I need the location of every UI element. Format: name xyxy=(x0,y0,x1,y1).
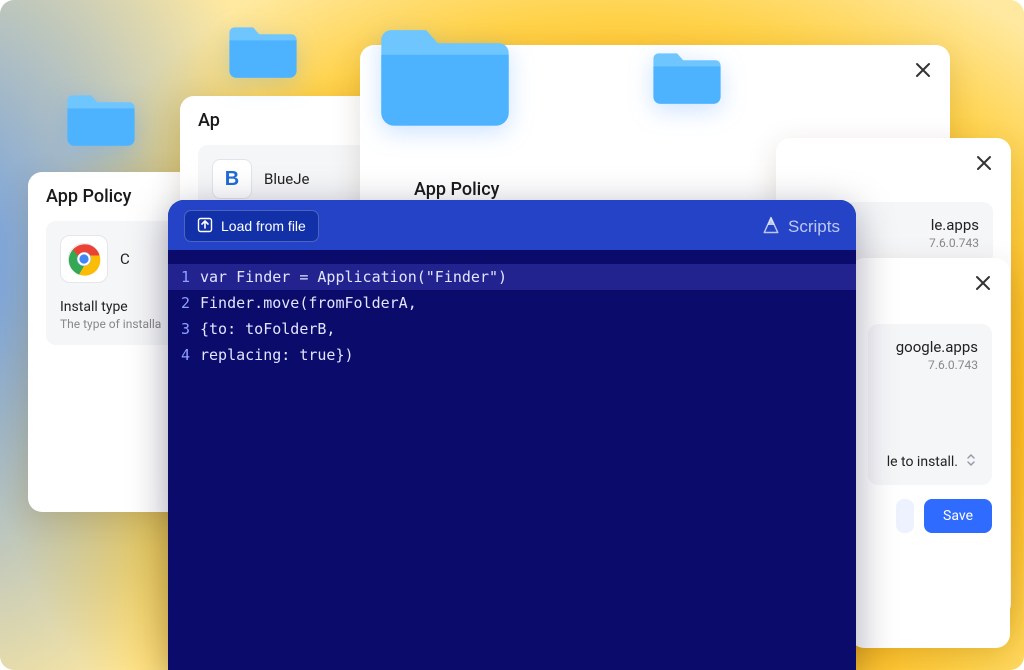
line-number: 2 xyxy=(168,290,200,316)
app-name-partial: google.apps xyxy=(896,338,978,356)
save-button[interactable]: Save xyxy=(924,499,992,533)
code-line-3: 3 {to: toFolderB, xyxy=(168,316,856,342)
code-line-1: 1 var Finder = Application("Finder") xyxy=(168,264,856,290)
scripts-brand-icon xyxy=(762,216,780,237)
chrome-icon xyxy=(60,235,108,283)
code-text: Finder.move(fromFolderA, xyxy=(200,290,417,316)
app-panel: google.apps 7.6.0.743 le to install. xyxy=(868,324,992,485)
scripts-brand-label: Scripts xyxy=(788,218,840,235)
code-line-2: 2 Finder.move(fromFolderA, xyxy=(168,290,856,316)
install-type-label: Install type xyxy=(60,299,184,315)
app-name-partial: le.apps xyxy=(931,216,979,234)
line-number: 3 xyxy=(168,316,200,342)
scripts-editor-window: Load from file Scripts 1 var Finder = Ap… xyxy=(168,200,856,670)
code-text: replacing: true}) xyxy=(200,342,354,368)
app-version-partial: 7.6.0.743 xyxy=(929,236,979,250)
line-number: 1 xyxy=(168,264,200,290)
app-name-partial: BlueJe xyxy=(264,170,309,188)
app-policy-card-e: google.apps 7.6.0.743 le to install. Sav… xyxy=(850,258,1010,648)
load-from-file-label: Load from file xyxy=(221,219,306,233)
load-from-file-button[interactable]: Load from file xyxy=(184,210,319,242)
code-line-4: 4 replacing: true}) xyxy=(168,342,856,368)
close-icon[interactable] xyxy=(970,270,996,296)
line-number: 4 xyxy=(168,342,200,368)
install-select[interactable]: le to install. xyxy=(882,452,978,471)
bluejeans-icon: B xyxy=(212,159,252,199)
select-value-partial: le to install. xyxy=(887,454,958,470)
chevron-updown-icon xyxy=(964,452,978,471)
code-text: var Finder = Application("Finder") xyxy=(200,264,507,290)
bluejeans-monogram: B xyxy=(225,169,239,189)
upload-icon xyxy=(197,217,213,235)
code-editor[interactable]: 1 var Finder = Application("Finder") 2 F… xyxy=(168,250,856,388)
scripts-brand: Scripts xyxy=(762,216,840,237)
install-type-caption: The type of installa xyxy=(60,317,184,331)
close-icon[interactable] xyxy=(971,150,997,176)
app-version: 7.6.0.743 xyxy=(928,358,978,372)
app-name-partial: C xyxy=(120,250,130,268)
close-icon[interactable] xyxy=(910,57,936,83)
folder-icon xyxy=(224,22,302,80)
scripts-header: Load from file Scripts xyxy=(168,200,856,250)
folder-icon xyxy=(648,48,726,106)
desktop-background: App Policy C Install type The type of in… xyxy=(0,0,1024,670)
folder-icon xyxy=(62,90,140,148)
code-text: {to: toFolderB, xyxy=(200,316,335,342)
folder-icon xyxy=(370,20,520,130)
secondary-button-partial[interactable] xyxy=(896,499,914,533)
